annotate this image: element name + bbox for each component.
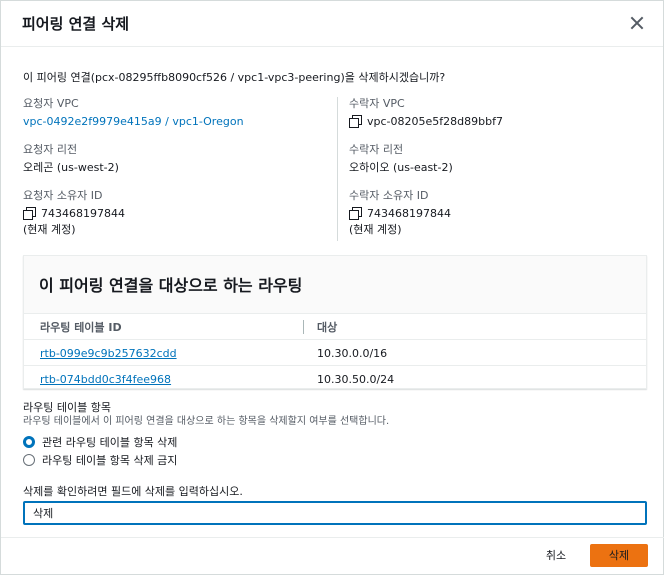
requester-owner-note: (현재 계정) <box>23 223 76 236</box>
route-table-link[interactable]: rtb-074bdd0c3f4fee968 <box>40 373 171 386</box>
accepter-details: 수락자 VPC vpc-08205e5f28d89bbf7 수락자 리전 오하이… <box>349 97 649 251</box>
copy-icon[interactable] <box>349 115 362 128</box>
accepter-owner-value: 743468197844 <box>367 207 451 220</box>
radio-label: 관련 라우팅 테이블 항목 삭제 <box>42 436 178 449</box>
accepter-owner: 수락자 소유자 ID 743468197844 (현재 계정) <box>349 189 649 237</box>
requester-vpc-label: 요청자 VPC <box>23 97 79 110</box>
accepter-vpc: 수락자 VPC vpc-08205e5f28d89bbf7 <box>349 97 649 129</box>
routes-table-header: 라우팅 테이블 ID 대상 <box>24 314 646 340</box>
confirm-label: 삭제를 확인하려면 필드에 삭제를 입력하십시오. <box>23 485 243 498</box>
radio-delete-entries[interactable]: 관련 라우팅 테이블 항목 삭제 <box>23 433 647 451</box>
column-header-destination[interactable]: 대상 <box>317 319 337 335</box>
routes-table: 라우팅 테이블 ID 대상 rtb-099e9c9b257632cdd 10.3… <box>24 314 646 392</box>
footer-divider <box>1 537 664 538</box>
cancel-button[interactable]: 취소 <box>536 546 576 566</box>
column-resizer[interactable] <box>303 320 304 334</box>
route-table-link[interactable]: rtb-099e9c9b257632cdd <box>40 347 177 360</box>
accepter-region: 수락자 리전 오하이오 (us-east-2) <box>349 143 649 175</box>
delete-peering-dialog: 피어링 연결 삭제 이 피어링 연결(pcx-08295ffb8090cf526… <box>0 0 664 575</box>
requester-owner-value: 743468197844 <box>41 207 125 220</box>
copy-icon[interactable] <box>349 207 362 220</box>
table-row: rtb-099e9c9b257632cdd 10.30.0.0/16 <box>24 340 646 366</box>
requester-vpc: 요청자 VPC vpc-0492e2f9979e415a9 / vpc1-Ore… <box>23 97 333 129</box>
requester-region: 요청자 리전 오레곤 (us-west-2) <box>23 143 333 175</box>
accepter-owner-note: (현재 계정) <box>349 223 402 236</box>
requester-region-value: 오레곤 (us-west-2) <box>23 161 119 174</box>
route-entries-section: 라우팅 테이블 항목 라우팅 테이블에서 이 피어링 연결을 대상으로 하는 항… <box>23 401 647 469</box>
column-divider <box>337 97 338 241</box>
dialog-title: 피어링 연결 삭제 <box>22 15 130 33</box>
delete-button[interactable]: 삭제 <box>590 544 648 567</box>
accepter-region-label: 수락자 리전 <box>349 143 404 156</box>
radio-keep-entries[interactable]: 라우팅 테이블 항목 삭제 금지 <box>23 451 647 469</box>
column-header-route-table-id[interactable]: 라우팅 테이블 ID <box>40 319 122 335</box>
accepter-vpc-label: 수락자 VPC <box>349 97 405 110</box>
radio-unchecked-icon[interactable] <box>23 454 35 466</box>
route-destination: 10.30.0.0/16 <box>317 347 388 360</box>
route-entries-title: 라우팅 테이블 항목 <box>23 401 111 414</box>
requester-owner-label: 요청자 소유자 ID <box>23 189 103 202</box>
route-destination: 10.30.50.0/24 <box>317 373 395 386</box>
requester-owner: 요청자 소유자 ID 743468197844 (현재 계정) <box>23 189 333 237</box>
routes-title: 이 피어링 연결을 대상으로 하는 라우팅 <box>39 276 303 295</box>
accepter-owner-label: 수락자 소유자 ID <box>349 189 429 202</box>
table-row: rtb-074bdd0c3f4fee968 10.30.50.0/24 <box>24 366 646 392</box>
close-icon[interactable] <box>630 16 644 30</box>
accepter-vpc-value: vpc-08205e5f28d89bbf7 <box>367 115 503 128</box>
delete-question: 이 피어링 연결(pcx-08295ffb8090cf526 / vpc1-vp… <box>23 71 446 84</box>
radio-label: 라우팅 테이블 항목 삭제 금지 <box>42 454 178 467</box>
copy-icon[interactable] <box>23 207 36 220</box>
route-entries-description: 라우팅 테이블에서 이 피어링 연결을 대상으로 하는 항목을 삭제할지 여부를… <box>23 416 390 427</box>
requester-vpc-link[interactable]: vpc-0492e2f9979e415a9 / vpc1-Oregon <box>23 114 333 129</box>
routes-container: 이 피어링 연결을 대상으로 하는 라우팅 라우팅 테이블 ID 대상 rtb-… <box>23 255 647 389</box>
accepter-region-value: 오하이오 (us-east-2) <box>349 161 453 174</box>
requester-region-label: 요청자 리전 <box>23 143 78 156</box>
dialog-header: 피어링 연결 삭제 <box>1 1 663 47</box>
confirm-delete-input[interactable] <box>23 501 647 525</box>
routes-header: 이 피어링 연결을 대상으로 하는 라우팅 <box>24 256 646 314</box>
radio-checked-icon[interactable] <box>23 436 35 448</box>
requester-details: 요청자 VPC vpc-0492e2f9979e415a9 / vpc1-Ore… <box>23 97 333 251</box>
